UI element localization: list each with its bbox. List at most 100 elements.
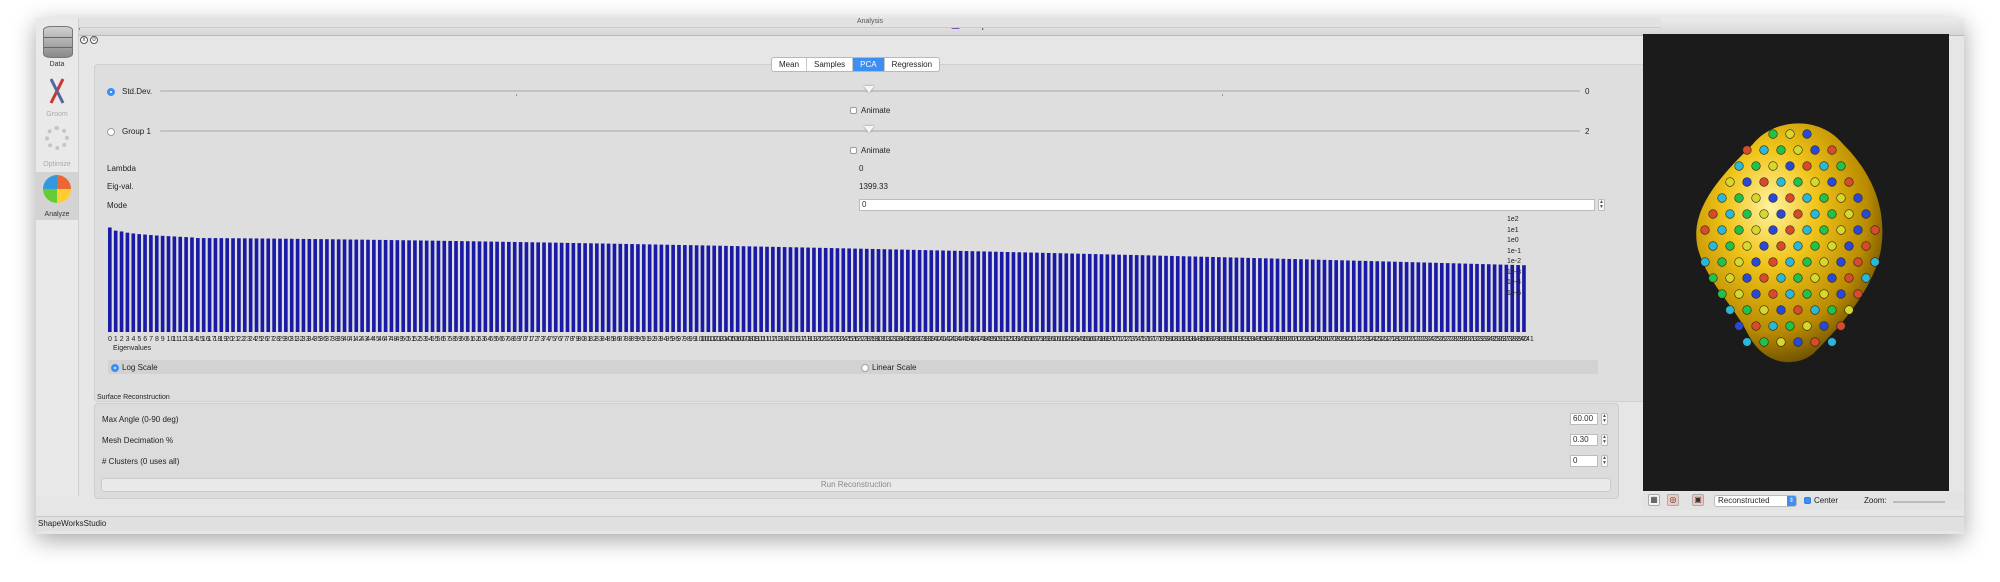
- particle: [1819, 193, 1829, 203]
- pie-chart-icon: [43, 175, 71, 203]
- eigenvalue-bar: [559, 242, 564, 332]
- particle: [1734, 257, 1744, 267]
- particle: [1759, 273, 1769, 283]
- eigenvalue-bar: [1416, 262, 1421, 332]
- particle: [1768, 289, 1778, 299]
- eigenvalue-bar: [301, 238, 306, 332]
- sidebar-item-data[interactable]: Data: [36, 22, 78, 70]
- database-icon: [43, 26, 73, 58]
- eigenvalue-bar: [900, 249, 904, 332]
- stddev-radio[interactable]: [107, 88, 115, 96]
- particle: [1785, 257, 1795, 267]
- max-angle-stepper[interactable]: ▲ ▼: [1601, 413, 1608, 425]
- particle: [1802, 193, 1812, 203]
- tab-regression[interactable]: Regression: [885, 58, 939, 71]
- max-angle-input[interactable]: 60.00: [1570, 413, 1598, 425]
- sidebar-item-groom[interactable]: Groom: [36, 72, 78, 120]
- particle: [1708, 241, 1718, 251]
- tab-samples[interactable]: Samples: [807, 58, 854, 71]
- group-label: Group 1: [122, 127, 151, 136]
- eigenvalue-bar: [812, 247, 816, 332]
- particle: [1776, 145, 1786, 155]
- x-tick-label: 7: [149, 336, 153, 343]
- eigenvalue-bar: [1434, 262, 1438, 332]
- log-scale-radio[interactable]: [111, 364, 119, 372]
- tab-mean[interactable]: Mean: [772, 58, 808, 71]
- eigenvalue-bar: [1128, 254, 1133, 332]
- eigenvalue-bar: [771, 246, 775, 332]
- stddev-value: 0: [1585, 87, 1590, 96]
- particle: [1717, 225, 1727, 235]
- eigenvalue-bar: [1058, 253, 1063, 332]
- eigenvalue-bar: [1393, 261, 1397, 332]
- particle: [1853, 257, 1863, 267]
- clusters-stepper[interactable]: ▲ ▼: [1601, 455, 1608, 467]
- sidebar-item-analyze[interactable]: Analyze: [36, 172, 78, 220]
- particle: [1785, 129, 1795, 139]
- zoom-slider[interactable]: [1893, 501, 1945, 503]
- linear-scale-radio[interactable]: [861, 364, 869, 372]
- particle: [1725, 177, 1735, 187]
- eigenvalue-bar: [1463, 263, 1468, 332]
- group-slider-handle[interactable]: [864, 126, 874, 133]
- clusters-input[interactable]: 0: [1570, 455, 1598, 467]
- eigenvalue-bar: [530, 242, 535, 332]
- group-radio[interactable]: [107, 128, 115, 136]
- grid-view-icon[interactable]: ▦: [1648, 494, 1660, 506]
- 3d-viewer[interactable]: [1643, 34, 1949, 491]
- center-checkbox[interactable]: [1804, 497, 1811, 504]
- eigenvalue-bar: [137, 234, 141, 332]
- slider-tick: [1222, 94, 1223, 96]
- eigenvalue-bar: [683, 245, 687, 332]
- surface-toggle-icon[interactable]: ▣: [1692, 494, 1704, 506]
- center-label: Center: [1814, 496, 1839, 505]
- decimation-stepper[interactable]: ▲ ▼: [1601, 434, 1608, 446]
- stddev-slider-handle[interactable]: [864, 86, 874, 93]
- particle: [1844, 241, 1854, 251]
- float-panel-button[interactable]: o: [90, 36, 98, 44]
- eigenvalue-bar: [213, 238, 218, 332]
- eigenvalue-bar: [1117, 254, 1121, 332]
- particle: [1742, 305, 1752, 315]
- eigenvalue-bar: [818, 247, 822, 332]
- particle: [1759, 241, 1769, 251]
- particle: [1827, 177, 1837, 187]
- eigenvalue-bar: [360, 239, 364, 332]
- eigenvalue-bar: [923, 250, 928, 332]
- sidebar-item-optimize[interactable]: Optimize: [36, 122, 78, 170]
- eigenvalue-bar: [1040, 252, 1045, 332]
- group-animate-label: Animate: [861, 146, 891, 155]
- particle: [1802, 257, 1812, 267]
- run-reconstruction-button[interactable]: Run Reconstruction: [101, 478, 1611, 492]
- eigenvalue-bar: [970, 251, 975, 332]
- eigenvalue-bar: [1093, 254, 1098, 332]
- group-animate-checkbox[interactable]: [850, 147, 857, 154]
- particle: [1827, 209, 1837, 219]
- particle: [1717, 193, 1727, 203]
- eigenvalue-bar: [835, 248, 840, 332]
- eigenvalue-bar: [354, 239, 359, 332]
- eigenvalue-bar: [1481, 264, 1485, 332]
- eigenvalue-bar: [284, 238, 288, 332]
- particle: [1768, 129, 1778, 139]
- decimation-input[interactable]: 0.30: [1570, 434, 1598, 446]
- particle: [1802, 289, 1812, 299]
- close-panel-button[interactable]: x: [80, 36, 88, 44]
- animate-checkbox[interactable]: [850, 107, 857, 114]
- eigenvalue-bar: [906, 249, 910, 332]
- eigenvalue-bar: [1005, 252, 1010, 332]
- eigenvalue-bar: [190, 237, 194, 332]
- eigenvalue-bar: [782, 247, 787, 332]
- eigenvalue-bar: [483, 241, 488, 332]
- mode-stepper[interactable]: ▲ ▼: [1598, 199, 1605, 211]
- display-mode-select[interactable]: Reconstructed ⇕: [1714, 495, 1797, 507]
- particle: [1776, 209, 1786, 219]
- particle: [1734, 225, 1744, 235]
- eigenvalue-bar: [248, 238, 253, 332]
- tab-pca[interactable]: PCA: [853, 58, 885, 71]
- eigenvalue-bar: [1134, 255, 1139, 332]
- glyph-toggle-icon[interactable]: ◎: [1667, 494, 1679, 506]
- mode-input[interactable]: 0: [859, 199, 1595, 211]
- eigenvalue-bar: [1228, 257, 1233, 332]
- eigenvalue-bar: [1269, 258, 1274, 332]
